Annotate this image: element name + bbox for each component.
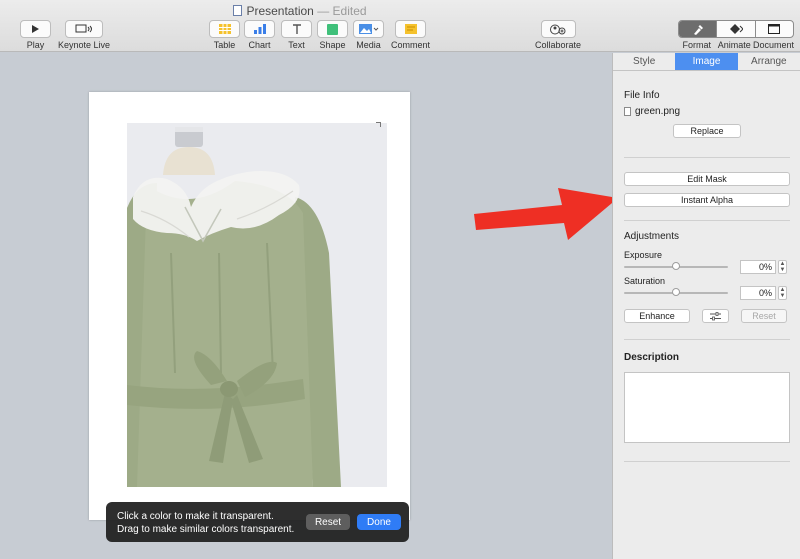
shape-icon <box>327 23 338 35</box>
exposure-slider-knob[interactable] <box>672 262 680 270</box>
file-name-row: green.png <box>624 106 680 117</box>
keynote-live-icon <box>75 24 93 33</box>
adjustments-heading: Adjustments <box>624 231 680 242</box>
text-icon <box>292 23 301 34</box>
tab-style[interactable]: Style <box>613 53 675 70</box>
slide[interactable] <box>89 92 410 520</box>
table-button[interactable] <box>209 20 240 38</box>
file-name: green.png <box>635 106 681 117</box>
play-toolbar-item[interactable]: Play <box>20 20 51 50</box>
inspector-tabs: Style Image Arrange <box>613 53 800 71</box>
format-icon <box>693 24 703 35</box>
collaborate-toolbar-item[interactable]: Collaborate <box>535 20 581 50</box>
format-label: Format <box>682 40 711 50</box>
keynote-live-toolbar-item[interactable]: Keynote Live <box>58 20 110 50</box>
toolbar: Presentation — Edited Play Keynote Live … <box>0 0 800 52</box>
collaborate-icon <box>550 24 566 34</box>
description-heading: Description <box>624 352 680 363</box>
keynote-live-label: Keynote Live <box>58 40 111 50</box>
annotation-arrow <box>474 188 618 240</box>
inspector-switcher-labels: Format Animate Document <box>678 40 794 50</box>
edited-indicator: — Edited <box>317 4 367 18</box>
play-button[interactable] <box>20 20 51 38</box>
media-icon <box>358 24 378 34</box>
keynote-live-button[interactable] <box>65 20 104 38</box>
shape-button[interactable] <box>317 20 348 38</box>
hud-instructions: Click a color to make it transparent. Dr… <box>117 510 294 536</box>
saturation-slider[interactable] <box>624 288 728 296</box>
chart-label: Chart <box>248 40 271 50</box>
media-label: Media <box>356 40 381 50</box>
play-label: Play <box>26 40 45 50</box>
play-icon <box>32 25 39 33</box>
selected-image[interactable] <box>127 123 387 487</box>
media-toolbar-item[interactable]: Media <box>353 20 384 50</box>
table-label: Table <box>213 40 236 50</box>
file-info-heading: File Info <box>624 90 660 101</box>
exposure-value-field[interactable]: 0% <box>740 260 776 274</box>
document-icon <box>768 24 781 34</box>
hud-done-button[interactable]: Done <box>357 514 401 530</box>
tab-arrange[interactable]: Arrange <box>738 53 800 70</box>
hud-instruction-line-2: Drag to make similar colors transparent. <box>117 524 295 535</box>
table-icon <box>218 24 231 34</box>
comment-toolbar-item[interactable]: Comment <box>391 20 430 50</box>
saturation-slider-knob[interactable] <box>672 288 680 296</box>
replace-button[interactable]: Replace <box>673 124 741 138</box>
inspector-switcher <box>678 20 794 38</box>
tab-image[interactable]: Image <box>675 53 738 70</box>
section-divider <box>624 220 790 221</box>
saturation-value-field[interactable]: 0% <box>740 286 776 300</box>
chart-button[interactable] <box>244 20 275 38</box>
chart-toolbar-item[interactable]: Chart <box>244 20 275 50</box>
exposure-slider[interactable] <box>624 262 728 270</box>
animate-button[interactable] <box>717 21 756 37</box>
saturation-stepper[interactable]: ▲ ▼ <box>778 286 787 300</box>
section-divider <box>624 339 790 340</box>
format-inspector: Style Image Arrange File Info green.png … <box>612 53 800 559</box>
image-resize-handle[interactable] <box>376 122 381 127</box>
shape-toolbar-item[interactable]: Shape <box>317 20 348 50</box>
saturation-label: Saturation <box>624 276 666 286</box>
hud-instruction-line-1: Click a color to make it transparent. <box>117 511 274 522</box>
section-divider <box>624 461 790 462</box>
comment-label: Comment <box>391 40 431 50</box>
text-label: Text <box>288 40 305 50</box>
media-button[interactable] <box>353 20 384 38</box>
window-title: Presentation — Edited <box>0 4 600 18</box>
edit-mask-button[interactable]: Edit Mask <box>624 172 790 186</box>
instant-alpha-button[interactable]: Instant Alpha <box>624 193 790 207</box>
comment-button[interactable] <box>395 20 426 38</box>
exposure-label: Exposure <box>624 250 663 260</box>
animate-icon <box>729 24 743 34</box>
hud-reset-button[interactable]: Reset <box>306 514 350 530</box>
reset-adjustments-button[interactable]: Reset <box>741 309 787 323</box>
exposure-stepper[interactable]: ▲ ▼ <box>778 260 787 274</box>
document-file-icon <box>233 5 243 16</box>
animate-label: Animate <box>717 40 751 50</box>
text-toolbar-item[interactable]: Text <box>281 20 312 50</box>
shape-label: Shape <box>319 40 346 50</box>
enhance-button[interactable]: Enhance <box>624 309 690 323</box>
instant-alpha-hud: Click a color to make it transparent. Dr… <box>106 502 409 542</box>
section-divider <box>624 157 790 158</box>
image-adjust-icon <box>710 311 721 320</box>
collaborate-button[interactable] <box>540 20 576 38</box>
format-button[interactable] <box>679 21 718 37</box>
dress-photo <box>127 123 387 487</box>
file-icon <box>624 107 631 116</box>
description-field[interactable] <box>624 372 790 443</box>
document-name: Presentation <box>246 4 314 18</box>
document-label: Document <box>752 40 794 50</box>
collaborate-label: Collaborate <box>535 40 582 50</box>
text-button[interactable] <box>281 20 312 38</box>
chart-icon <box>253 24 266 34</box>
document-button[interactable] <box>756 21 793 37</box>
image-adjust-button[interactable] <box>702 309 729 323</box>
slide-canvas[interactable] <box>0 53 618 559</box>
comment-icon <box>404 24 417 34</box>
table-toolbar-item[interactable]: Table <box>209 20 240 50</box>
